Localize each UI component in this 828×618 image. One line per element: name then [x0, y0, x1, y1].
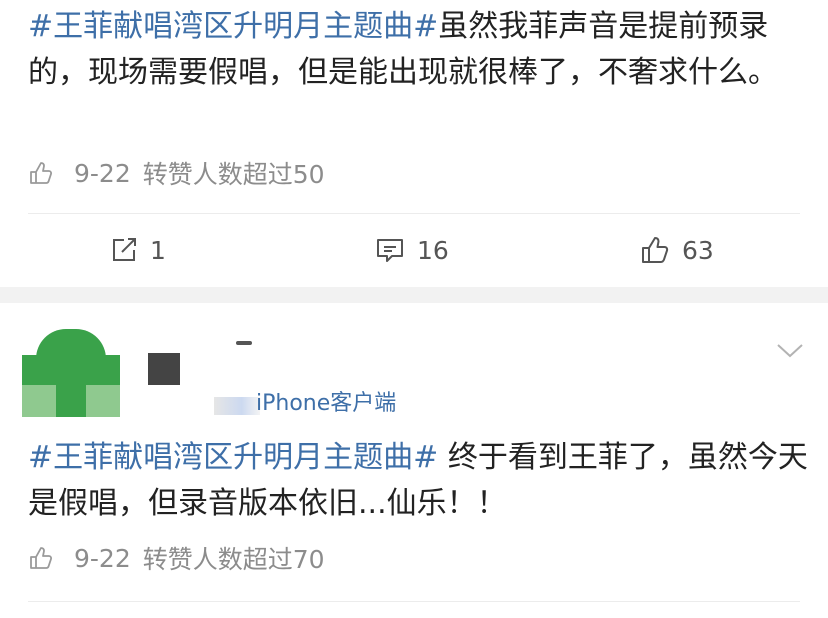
divider — [28, 213, 800, 214]
action-bar: 1 16 63 — [0, 230, 828, 270]
divider — [28, 601, 800, 602]
repost-count: 1 — [150, 235, 166, 265]
engagement-note: 转赞人数超过50 — [142, 160, 325, 189]
comment-button[interactable]: 16 — [375, 230, 449, 270]
post-card: iPhone客户端 #王菲献唱湾区升明月主题曲# 终于看到王菲了，虽然今天是假唱… — [0, 303, 828, 618]
chevron-down-icon[interactable] — [776, 343, 804, 359]
repost-icon — [113, 238, 136, 261]
post-date: 9-22 — [74, 543, 131, 573]
post-source: iPhone客户端 — [256, 391, 397, 416]
like-button[interactable]: 63 — [640, 230, 714, 270]
like-count: 63 — [682, 235, 714, 265]
post-text: #王菲献唱湾区升明月主题曲# 终于看到王菲了，虽然今天是假唱，但录音版本依旧..… — [28, 435, 808, 527]
time-redacted — [214, 397, 260, 415]
post-text: #王菲献唱湾区升明月主题曲#虽然我菲声音是提前预录的，现场需要假唱，但是能出现就… — [28, 4, 808, 96]
like-icon — [642, 237, 669, 263]
avatar[interactable] — [22, 329, 120, 417]
comment-icon — [377, 239, 403, 262]
like-icon[interactable] — [28, 545, 54, 571]
topic-tag-link[interactable]: #王菲献唱湾区升明月主题曲# — [28, 440, 438, 475]
post-meta: 9-22 转赞人数超过70 — [28, 543, 325, 574]
engagement-note: 转赞人数超过70 — [142, 545, 325, 574]
repost-button[interactable]: 1 — [110, 230, 166, 270]
post-card: #王菲献唱湾区升明月主题曲#虽然我菲声音是提前预录的，现场需要假唱，但是能出现就… — [0, 0, 828, 287]
post-meta: 9-22 转赞人数超过50 — [28, 158, 325, 189]
like-icon[interactable] — [28, 160, 54, 186]
username-redacted — [236, 341, 252, 345]
feed-separator — [0, 287, 828, 303]
comment-count: 16 — [417, 235, 449, 265]
topic-tag-link[interactable]: #王菲献唱湾区升明月主题曲# — [28, 9, 438, 44]
username-redaction-block — [148, 353, 180, 385]
post-date: 9-22 — [74, 158, 131, 188]
